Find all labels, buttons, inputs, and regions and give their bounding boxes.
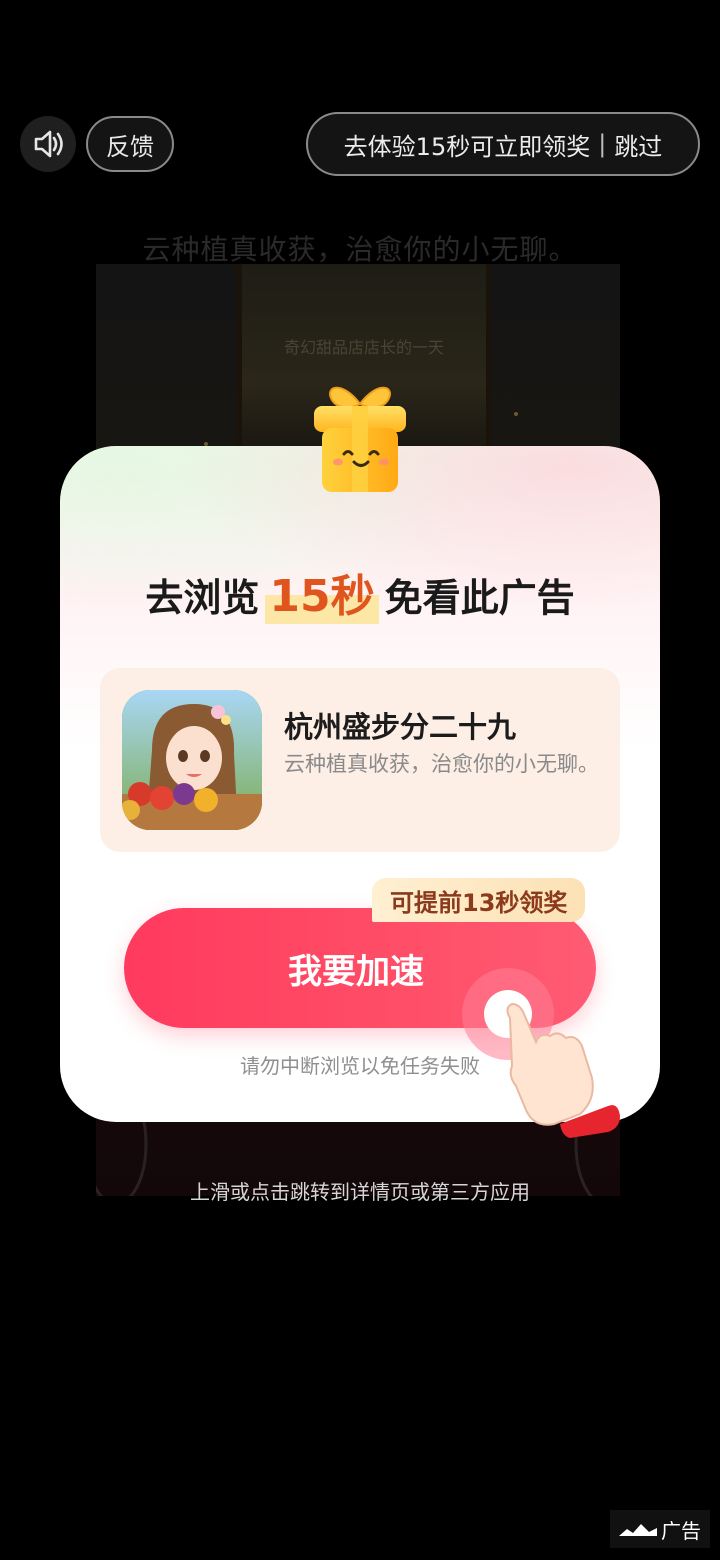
pointing-hand-icon	[462, 968, 620, 1138]
app-icon-artwork	[122, 690, 262, 830]
title-prefix: 去浏览	[145, 576, 260, 620]
app-icon	[122, 690, 262, 830]
ad-network-logo-icon	[619, 1524, 657, 1536]
ad-label-text: 广告	[661, 1518, 701, 1543]
app-name: 杭州盛步分二十九	[284, 710, 517, 744]
app-description: 云种植真收获，治愈你的小无聊。	[284, 752, 599, 776]
speedup-reward-dialog: 去浏览 15秒 免看此广告 杭州盛步分二十九 云种植真收获，治愈你的小无聊。 可…	[60, 386, 660, 1138]
skip-button[interactable]: 去体验15秒可立即领奖 | 跳过	[306, 112, 700, 176]
title-suffix: 免看此广告	[384, 576, 575, 620]
skip-countdown-text: 去体验15秒可立即领奖	[343, 132, 591, 161]
gift-box-icon	[314, 386, 406, 492]
feedback-button[interactable]: 反馈	[86, 116, 174, 172]
swipe-hint-text[interactable]: 上滑或点击跳转到详情页或第三方应用	[0, 1176, 720, 1205]
early-reward-badge: 可提前13秒领奖	[372, 878, 586, 922]
dialog-title: 去浏览 15秒 免看此广告	[60, 560, 660, 624]
skip-separator: |	[598, 130, 607, 158]
background-caption: 云种植真收获，治愈你的小无聊。	[142, 233, 578, 266]
speaker-icon	[34, 130, 63, 158]
title-highlight-seconds: 15秒	[265, 560, 379, 624]
ad-screen: 云种植真收获，治愈你的小无聊。 奇幻甜品店店长的一天 上滑或点击跳转到详情页或第…	[0, 0, 720, 1560]
speed-up-label: 我要加速	[288, 951, 424, 992]
ad-label-tag: 广告	[610, 1510, 710, 1548]
sound-toggle-button[interactable]	[20, 116, 76, 172]
skip-label: 跳过	[614, 132, 663, 161]
app-info-card[interactable]: 杭州盛步分二十九 云种植真收获，治愈你的小无聊。	[100, 668, 620, 852]
